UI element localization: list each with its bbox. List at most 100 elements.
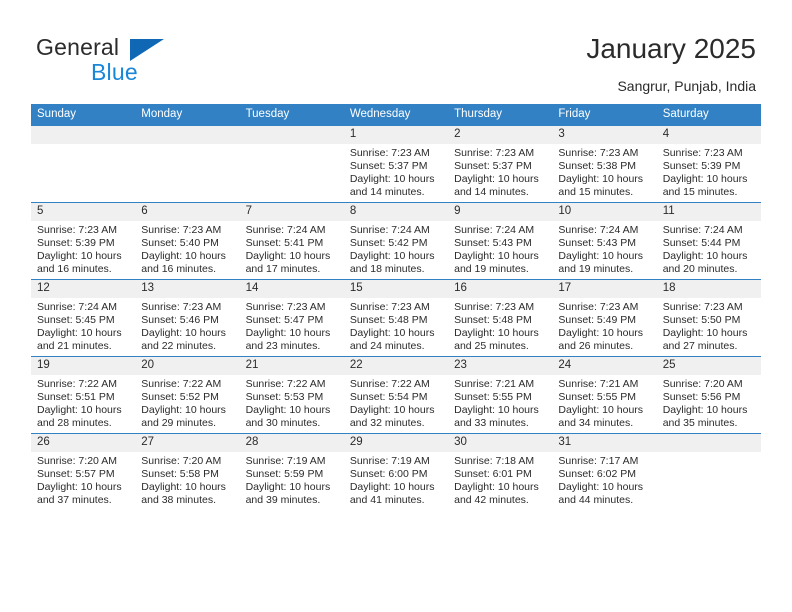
sunrise-text: Sunrise: 7:24 AM — [349, 224, 430, 236]
calendar-day-cell[interactable]: 20 Sunrise: 7:22 AM Sunset: 5:52 PM Dayligh… — [135, 356, 240, 434]
calendar-day-cell[interactable]: 16 Sunrise: 7:23 AM Sunset: 5:48 PM Dayligh… — [448, 279, 553, 357]
day-number: 12 — [31, 280, 136, 298]
day-sun-details: Sunrise: 7:23 AM Sunset: 5:49 PM Daylight:… — [552, 298, 656, 353]
calendar-day-cell[interactable]: 26 Sunrise: 7:20 AM Sunset: 5:57 PM Dayligh… — [31, 433, 136, 510]
calendar-day-cell[interactable]: 22 Sunrise: 7:22 AM Sunset: 5:54 PM Dayligh… — [343, 356, 449, 434]
calendar-page: General Blue January 2025 Sangrur, Punja… — [0, 0, 792, 612]
sunrise-text: Sunrise: 7:24 AM — [37, 301, 117, 313]
sunset-text: Sunset: 5:43 PM — [558, 237, 637, 250]
general-blue-logo[interactable]: General Blue — [36, 34, 236, 90]
day-number: 21 — [239, 357, 344, 375]
daylight-text-line2: and 35 minutes. — [662, 417, 738, 430]
day-sun-details: Sunrise: 7:24 AM Sunset: 5:43 PM Daylight:… — [552, 221, 656, 276]
daylight-text-line1: Daylight: 10 hours — [454, 404, 539, 417]
page-subtitle-location: Sangrur, Punjab, India — [617, 78, 756, 94]
day-cell-inner: 21 Sunrise: 7:22 AM Sunset: 5:53 PM Dayligh… — [239, 357, 344, 433]
calendar-day-cell[interactable]: 25 Sunrise: 7:20 AM Sunset: 5:56 PM Dayligh… — [656, 356, 761, 434]
calendar-day-cell[interactable]: 15 Sunrise: 7:23 AM Sunset: 5:48 PM Dayligh… — [343, 279, 449, 357]
calendar-day-cell[interactable]: 8 Sunrise: 7:24 AM Sunset: 5:42 PM Daylight… — [343, 202, 449, 280]
daylight-text-line1: Daylight: 10 hours — [245, 250, 331, 263]
sunrise-text: Sunrise: 7:18 AM — [454, 455, 535, 467]
day-sun-details: Sunrise: 7:20 AM Sunset: 5:56 PM Daylight:… — [657, 375, 761, 430]
sunset-text: Sunset: 6:00 PM — [349, 468, 428, 481]
daylight-text-line2: and 34 minutes. — [558, 417, 634, 430]
day-cell-inner: 3 Sunrise: 7:23 AM Sunset: 5:38 PM Daylight… — [552, 126, 657, 202]
day-cell-inner: 10 Sunrise: 7:24 AM Sunset: 5:43 PM Dayligh… — [552, 203, 657, 279]
calendar-day-cell[interactable]: 3 Sunrise: 7:23 AM Sunset: 5:38 PM Daylight… — [552, 125, 657, 203]
day-number: 2 — [448, 126, 553, 144]
sunrise-text: Sunrise: 7:20 AM — [662, 378, 743, 390]
daylight-text-line1: Daylight: 10 hours — [662, 327, 748, 340]
daylight-text-line1: Daylight: 10 hours — [245, 327, 331, 340]
daylight-text-line2: and 23 minutes. — [245, 340, 321, 353]
day-cell-inner: 4 Sunrise: 7:23 AM Sunset: 5:39 PM Daylight… — [656, 126, 761, 202]
day-sun-details: Sunrise: 7:23 AM Sunset: 5:39 PM Daylight:… — [31, 221, 135, 276]
calendar-day-cell[interactable]: 19 Sunrise: 7:22 AM Sunset: 5:51 PM Dayligh… — [31, 356, 136, 434]
calendar-day-cell[interactable]: 21 Sunrise: 7:22 AM Sunset: 5:53 PM Dayligh… — [239, 356, 344, 434]
daylight-text-line2: and 44 minutes. — [558, 494, 634, 507]
sunset-text: Sunset: 5:53 PM — [245, 391, 324, 404]
sunrise-text: Sunrise: 7:23 AM — [454, 301, 535, 313]
day-cell-inner: 12 Sunrise: 7:24 AM Sunset: 5:45 PM Dayligh… — [31, 280, 136, 356]
sunset-text: Sunset: 5:49 PM — [558, 314, 637, 327]
weekday-header-saturday: Saturday — [656, 104, 761, 126]
calendar-day-cell[interactable]: 2 Sunrise: 7:23 AM Sunset: 5:37 PM Daylight… — [448, 125, 553, 203]
daylight-text-line2: and 22 minutes. — [141, 340, 216, 353]
sunrise-text: Sunrise: 7:23 AM — [141, 301, 222, 313]
daylight-text-line1: Daylight: 10 hours — [141, 481, 226, 494]
calendar-day-cell[interactable]: 14 Sunrise: 7:23 AM Sunset: 5:47 PM Dayligh… — [239, 279, 344, 357]
sunrise-text: Sunrise: 7:23 AM — [349, 147, 430, 159]
daylight-text-line1: Daylight: 10 hours — [349, 327, 435, 340]
sunrise-text: Sunrise: 7:22 AM — [245, 378, 326, 390]
calendar-day-cell[interactable]: 9 Sunrise: 7:24 AM Sunset: 5:43 PM Daylight… — [448, 202, 553, 280]
calendar-day-cell[interactable]: 5 Sunrise: 7:23 AM Sunset: 5:39 PM Daylight… — [31, 202, 136, 280]
sunset-text: Sunset: 5:52 PM — [141, 391, 219, 404]
calendar-day-cell[interactable]: 18 Sunrise: 7:23 AM Sunset: 5:50 PM Dayligh… — [656, 279, 761, 357]
calendar-day-cell[interactable]: 27 Sunrise: 7:20 AM Sunset: 5:58 PM Dayligh… — [135, 433, 240, 510]
calendar-day-cell[interactable]: 1 Sunrise: 7:23 AM Sunset: 5:37 PM Daylight… — [343, 125, 449, 203]
sunrise-text: Sunrise: 7:19 AM — [245, 455, 326, 467]
day-sun-details: Sunrise: 7:23 AM Sunset: 5:37 PM Daylight:… — [448, 144, 552, 199]
calendar-day-cell[interactable]: 12 Sunrise: 7:24 AM Sunset: 5:45 PM Dayligh… — [31, 279, 136, 357]
calendar-day-cell[interactable]: 4 Sunrise: 7:23 AM Sunset: 5:39 PM Daylight… — [656, 125, 761, 203]
calendar-week-row: 5 Sunrise: 7:23 AM Sunset: 5:39 PM Daylight… — [31, 202, 761, 280]
day-number: 4 — [656, 126, 761, 144]
day-cell-inner: 26 Sunrise: 7:20 AM Sunset: 5:57 PM Dayligh… — [31, 434, 136, 510]
calendar-day-cell[interactable]: 28 Sunrise: 7:19 AM Sunset: 5:59 PM Dayligh… — [239, 433, 344, 510]
day-number: 20 — [135, 357, 240, 375]
day-cell-inner: 27 Sunrise: 7:20 AM Sunset: 5:58 PM Dayligh… — [135, 434, 240, 510]
day-cell-inner: 25 Sunrise: 7:20 AM Sunset: 5:56 PM Dayligh… — [656, 357, 761, 433]
sunset-text: Sunset: 5:48 PM — [349, 314, 428, 327]
calendar-day-cell[interactable]: 7 Sunrise: 7:24 AM Sunset: 5:41 PM Daylight… — [239, 202, 344, 280]
daylight-text-line1: Daylight: 10 hours — [662, 250, 748, 263]
calendar-day-cell[interactable]: 17 Sunrise: 7:23 AM Sunset: 5:49 PM Dayligh… — [552, 279, 657, 357]
daylight-text-line2: and 15 minutes. — [662, 186, 738, 199]
calendar-day-cell[interactable]: 24 Sunrise: 7:21 AM Sunset: 5:55 PM Dayligh… — [552, 356, 657, 434]
day-number: 24 — [552, 357, 657, 375]
daylight-text-line2: and 37 minutes. — [37, 494, 112, 507]
day-number: 18 — [656, 280, 761, 298]
calendar-day-cell[interactable]: 23 Sunrise: 7:21 AM Sunset: 5:55 PM Dayligh… — [448, 356, 553, 434]
calendar-day-cell[interactable]: 6 Sunrise: 7:23 AM Sunset: 5:40 PM Daylight… — [135, 202, 240, 280]
sunset-text: Sunset: 5:37 PM — [349, 160, 428, 173]
calendar-day-cell[interactable]: 10 Sunrise: 7:24 AM Sunset: 5:43 PM Dayligh… — [552, 202, 657, 280]
sunset-text: Sunset: 5:54 PM — [349, 391, 428, 404]
sunset-text: Sunset: 5:59 PM — [245, 468, 324, 481]
daylight-text-line2: and 27 minutes. — [662, 340, 738, 353]
sunrise-text: Sunrise: 7:21 AM — [558, 378, 639, 390]
weekday-header-monday: Monday — [135, 104, 240, 126]
sunrise-text: Sunrise: 7:23 AM — [349, 301, 430, 313]
calendar-day-cell[interactable]: 13 Sunrise: 7:23 AM Sunset: 5:46 PM Dayligh… — [135, 279, 240, 357]
day-cell-inner: 28 Sunrise: 7:19 AM Sunset: 5:59 PM Dayligh… — [239, 434, 344, 510]
day-cell-inner: 17 Sunrise: 7:23 AM Sunset: 5:49 PM Dayligh… — [552, 280, 657, 356]
daylight-text-line2: and 18 minutes. — [349, 263, 425, 276]
daylight-text-line1: Daylight: 10 hours — [349, 250, 435, 263]
day-number: 15 — [343, 280, 449, 298]
day-sun-details: Sunrise: 7:24 AM Sunset: 5:44 PM Daylight:… — [657, 221, 761, 276]
calendar-day-cell[interactable]: 29 Sunrise: 7:19 AM Sunset: 6:00 PM Dayligh… — [343, 433, 449, 510]
day-cell-inner — [239, 126, 344, 202]
calendar-day-cell[interactable]: 31 Sunrise: 7:17 AM Sunset: 6:02 PM Dayligh… — [552, 433, 657, 510]
weekday-header-wednesday: Wednesday — [343, 104, 449, 126]
calendar-day-cell[interactable]: 30 Sunrise: 7:18 AM Sunset: 6:01 PM Dayligh… — [448, 433, 553, 510]
calendar-day-cell[interactable]: 11 Sunrise: 7:24 AM Sunset: 5:44 PM Dayligh… — [656, 202, 761, 280]
